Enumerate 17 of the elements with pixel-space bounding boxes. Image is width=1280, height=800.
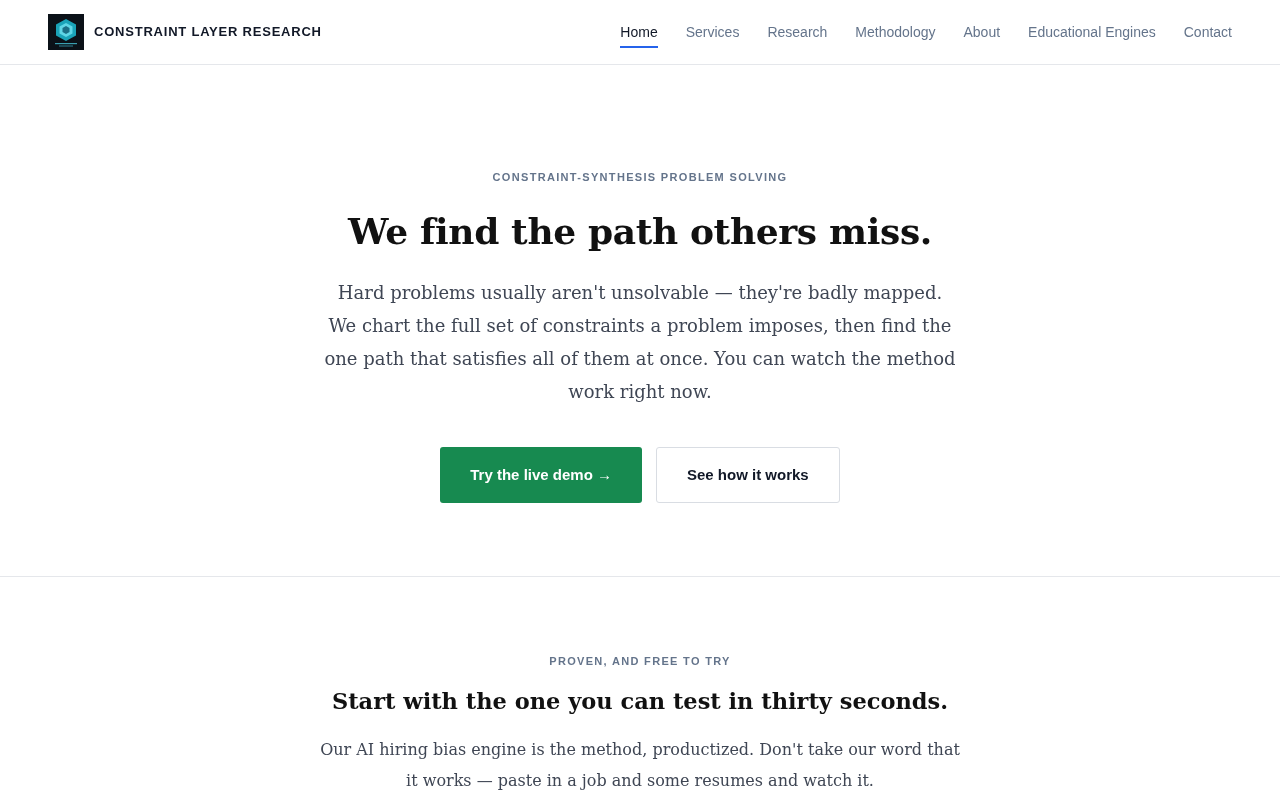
brand-name[interactable]: CONSTRAINT LAYER RESEARCH [94,22,322,42]
hexagon-logo-icon[interactable] [48,14,84,50]
nav-link[interactable]: Contact [1183,16,1232,48]
demo-button[interactable]: Try the live demo → [440,447,642,503]
section-heading: Start with the one you can test in thirty seconds. [331,687,948,716]
eyebrow-label: CONSTRAINT-SYNTHESIS PROBLEM SOLVING [492,170,788,185]
hero-heading: We find the path others miss. [348,209,932,254]
nav-link[interactable]: About [963,16,1001,48]
eyebrow-label: PROVEN, AND FREE TO TRY [549,654,731,669]
nav-link[interactable]: Services [685,16,740,48]
nav-link[interactable]: Home [620,16,658,48]
nav-link[interactable]: Research [767,16,828,48]
nav-link[interactable]: Methodology [855,16,936,48]
hero-description: Hard problems usually aren't unsolvable — they're badly mapped. We chart the full set of constraints a problem imposes, then find the one path that satisfies all of them at once. You can watch the method work right now. [323,281,957,404]
secondary-button[interactable]: See how it works [656,447,840,503]
nav-link[interactable]: Educational Engines [1028,16,1156,48]
section-description: Our AI hiring bias engine is the method, productized. Don't take our word that it works — paste in a job and some resumes and watch it. [319,739,961,792]
